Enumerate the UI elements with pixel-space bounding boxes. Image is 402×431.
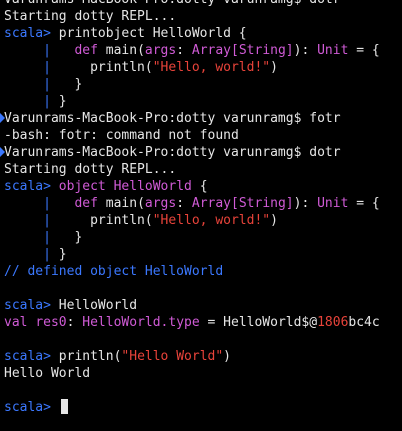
terminal-line: // defined object HelloWorld <box>4 263 223 280</box>
terminal-line: | } <box>4 76 82 93</box>
terminal-line: Varunrams-MacBook-Pro:dotty varunramg$ d… <box>0 144 341 161</box>
terminal-text-segment: Starting dotty REPL... <box>4 9 177 24</box>
terminal-text-segment: Unit <box>317 196 349 211</box>
terminal-text-segment: "Hello, world!" <box>152 213 271 228</box>
terminal-text-segment: = { <box>348 43 380 58</box>
terminal-text-segment: 1806 <box>317 315 349 330</box>
terminal-line: | } <box>4 246 67 263</box>
terminal-text-segment: val <box>4 315 36 330</box>
terminal-text-segment: Hello World <box>4 366 91 381</box>
terminal-text-segment: Array[String] <box>191 196 294 211</box>
terminal-line: | println("Hello, world!") <box>4 59 278 76</box>
terminal-line: | } <box>4 229 82 246</box>
terminal-text-segment: ) <box>270 213 278 228</box>
terminal-text-segment: "Hello, world!" <box>152 60 271 75</box>
terminal-line: Starting dotty REPL... <box>4 161 176 178</box>
terminal-text-segment: | <box>4 213 91 228</box>
prompt-marker-icon <box>0 147 5 157</box>
terminal-text-segment: scala> <box>4 298 59 313</box>
terminal-text-segment: bc4c <box>348 315 380 330</box>
terminal-line: val res0: HelloWorld.type = HelloWorld$@… <box>4 314 380 331</box>
terminal-line: Hello World <box>4 365 90 382</box>
terminal-line: scala> printobject HelloWorld { <box>4 25 247 42</box>
terminal-text-segment: | <box>4 60 91 75</box>
terminal-text-segment: Starting dotty REPL... <box>4 162 177 177</box>
terminal-text-segment: = { <box>348 196 380 211</box>
prompt-marker-icon <box>0 113 5 123</box>
terminal-text-segment: | <box>4 247 59 262</box>
terminal-text-segment: main( <box>105 196 145 211</box>
terminal-text-segment: object <box>58 179 114 194</box>
terminal-line: | println("Hello, world!") <box>4 212 278 229</box>
terminal-text-segment: HelloWorld <box>58 298 138 313</box>
terminal-text-segment: "Hello World" <box>121 349 224 364</box>
terminal-text-segment: } <box>58 247 67 262</box>
terminal-text-segment: { <box>191 179 208 194</box>
terminal-text-segment: scala> <box>4 349 59 364</box>
terminal-line: scala> <box>4 399 68 416</box>
terminal-text-segment: println( <box>58 349 122 364</box>
terminal-text-segment: | <box>4 230 75 245</box>
terminal-line: | } <box>4 93 67 110</box>
terminal-text-segment: } <box>58 94 67 109</box>
terminal-line: scala> object HelloWorld { <box>4 178 208 195</box>
terminal-text-segment: } <box>74 230 83 245</box>
terminal-text-segment: args <box>144 196 177 211</box>
terminal-line: scala> HelloWorld <box>4 297 137 314</box>
terminal-text-segment: | <box>4 94 59 109</box>
terminal-text-segment: Varunrams-MacBook-Pro:dotty varunramg$ d… <box>4 145 341 160</box>
terminal-text-segment: ): <box>293 43 318 58</box>
terminal-text-segment: HelloWorld <box>113 179 192 194</box>
terminal-text-segment: println( <box>90 213 153 228</box>
terminal-text-segment: scala> <box>4 26 59 41</box>
terminal-line: Starting dotty REPL... <box>4 8 176 25</box>
terminal-text-segment: Array[String] <box>191 43 294 58</box>
terminal-line: | def main(args: Array[String]): Unit = … <box>4 42 380 59</box>
terminal-text-segment: Varunrams-MacBook-Pro:dotty varunramg$ f… <box>4 111 341 126</box>
terminal-text-segment: args <box>144 43 177 58</box>
terminal-text-segment: } <box>74 77 83 92</box>
terminal-text-segment: : <box>176 43 192 58</box>
terminal-window[interactable]: Varunrams-MacBook-Pro:dotty varunramg$ d… <box>0 0 402 431</box>
terminal-text-segment: = HelloWorld$@ <box>199 315 318 330</box>
terminal-text-segment: Unit <box>317 43 349 58</box>
terminal-text-segment: scala> <box>4 179 59 194</box>
terminal-line: Varunrams-MacBook-Pro:dotty varunramg$ f… <box>0 110 341 127</box>
terminal-line: | def main(args: Array[String]): Unit = … <box>4 195 380 212</box>
terminal-text-segment: res0 <box>35 315 67 330</box>
terminal-text-segment: println( <box>90 60 153 75</box>
terminal-text-segment: | <box>4 43 75 58</box>
terminal-text-segment: def <box>74 43 106 58</box>
terminal-text-segment: : <box>176 196 192 211</box>
terminal-text-segment: ) <box>223 349 231 364</box>
terminal-text-segment: // defined object HelloWorld <box>4 264 224 279</box>
terminal-line: -bash: fotr: command not found <box>4 127 239 144</box>
terminal-text-segment: | <box>4 196 75 211</box>
terminal-text-segment: printobject HelloWorld { <box>58 26 247 41</box>
terminal-text-segment: def <box>74 196 106 211</box>
terminal-text-segment: -bash: fotr: command not found <box>4 128 239 143</box>
terminal-text-segment: scala> <box>4 400 59 415</box>
text-cursor[interactable] <box>60 399 68 414</box>
terminal-text-segment: ): <box>293 196 318 211</box>
terminal-text-segment: HelloWorld.type <box>82 315 200 330</box>
terminal-text-segment: | <box>4 77 75 92</box>
terminal-text-segment: : <box>66 315 83 330</box>
terminal-top-cutoff-line: Varunrams-MacBook-Pro:dotty varunramg$ d… <box>4 0 341 8</box>
terminal-line: scala> println("Hello World") <box>4 348 231 365</box>
terminal-text-segment: ) <box>270 60 278 75</box>
terminal-text-segment: main( <box>105 43 145 58</box>
